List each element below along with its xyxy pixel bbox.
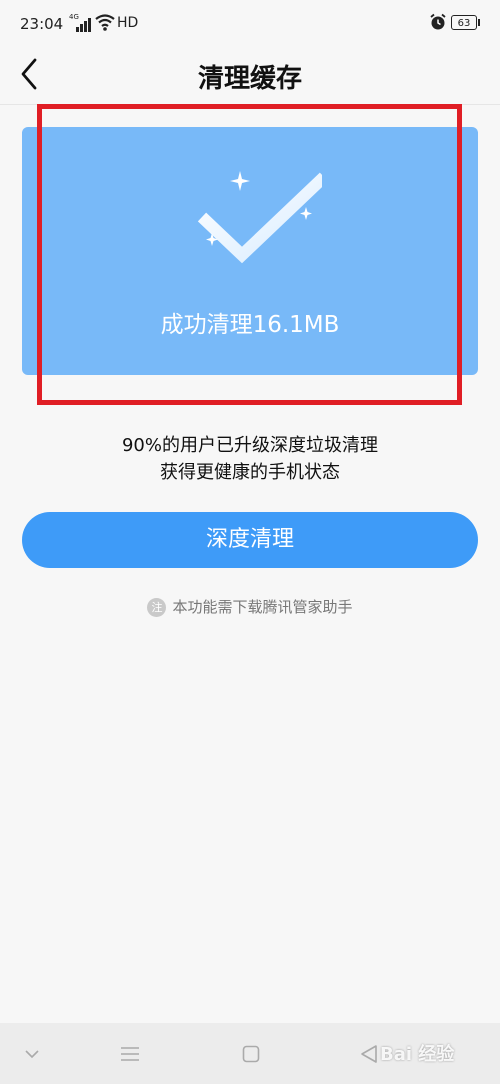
nav-header: 清理缓存 bbox=[0, 48, 500, 105]
back-triangle-icon[interactable] bbox=[360, 1044, 378, 1064]
download-note: 注本功能需下载腾讯管家助手 bbox=[0, 596, 500, 617]
note-badge-icon: 注 bbox=[147, 598, 167, 617]
note-text: 本功能需下载腾讯管家助手 bbox=[172, 598, 353, 616]
status-bar: 23:04 4G HD 63 bbox=[0, 0, 500, 48]
highlight-annotation bbox=[37, 104, 462, 405]
menu-icon[interactable] bbox=[120, 1046, 140, 1062]
deep-clean-button[interactable]: 深度清理 bbox=[22, 512, 478, 568]
status-time: 23:04 bbox=[20, 15, 64, 33]
battery-icon: 63 bbox=[451, 15, 477, 30]
wifi-icon bbox=[95, 14, 115, 31]
network-type-label: 4G bbox=[69, 13, 79, 21]
signal-icon: 4G bbox=[69, 13, 91, 32]
hd-label: HD bbox=[117, 15, 139, 31]
home-square-icon[interactable] bbox=[242, 1045, 260, 1063]
promo-text: 90%的用户已升级深度垃圾清理 获得更健康的手机状态 bbox=[0, 432, 500, 486]
promo-line-2: 获得更健康的手机状态 bbox=[160, 462, 340, 483]
alarm-icon bbox=[430, 13, 446, 30]
promo-line-1: 90%的用户已升级深度垃圾清理 bbox=[121, 435, 378, 456]
chevron-down-icon[interactable] bbox=[24, 1049, 40, 1059]
page-title: 清理缓存 bbox=[197, 64, 302, 94]
watermark: Bai 经验 bbox=[380, 1044, 455, 1065]
